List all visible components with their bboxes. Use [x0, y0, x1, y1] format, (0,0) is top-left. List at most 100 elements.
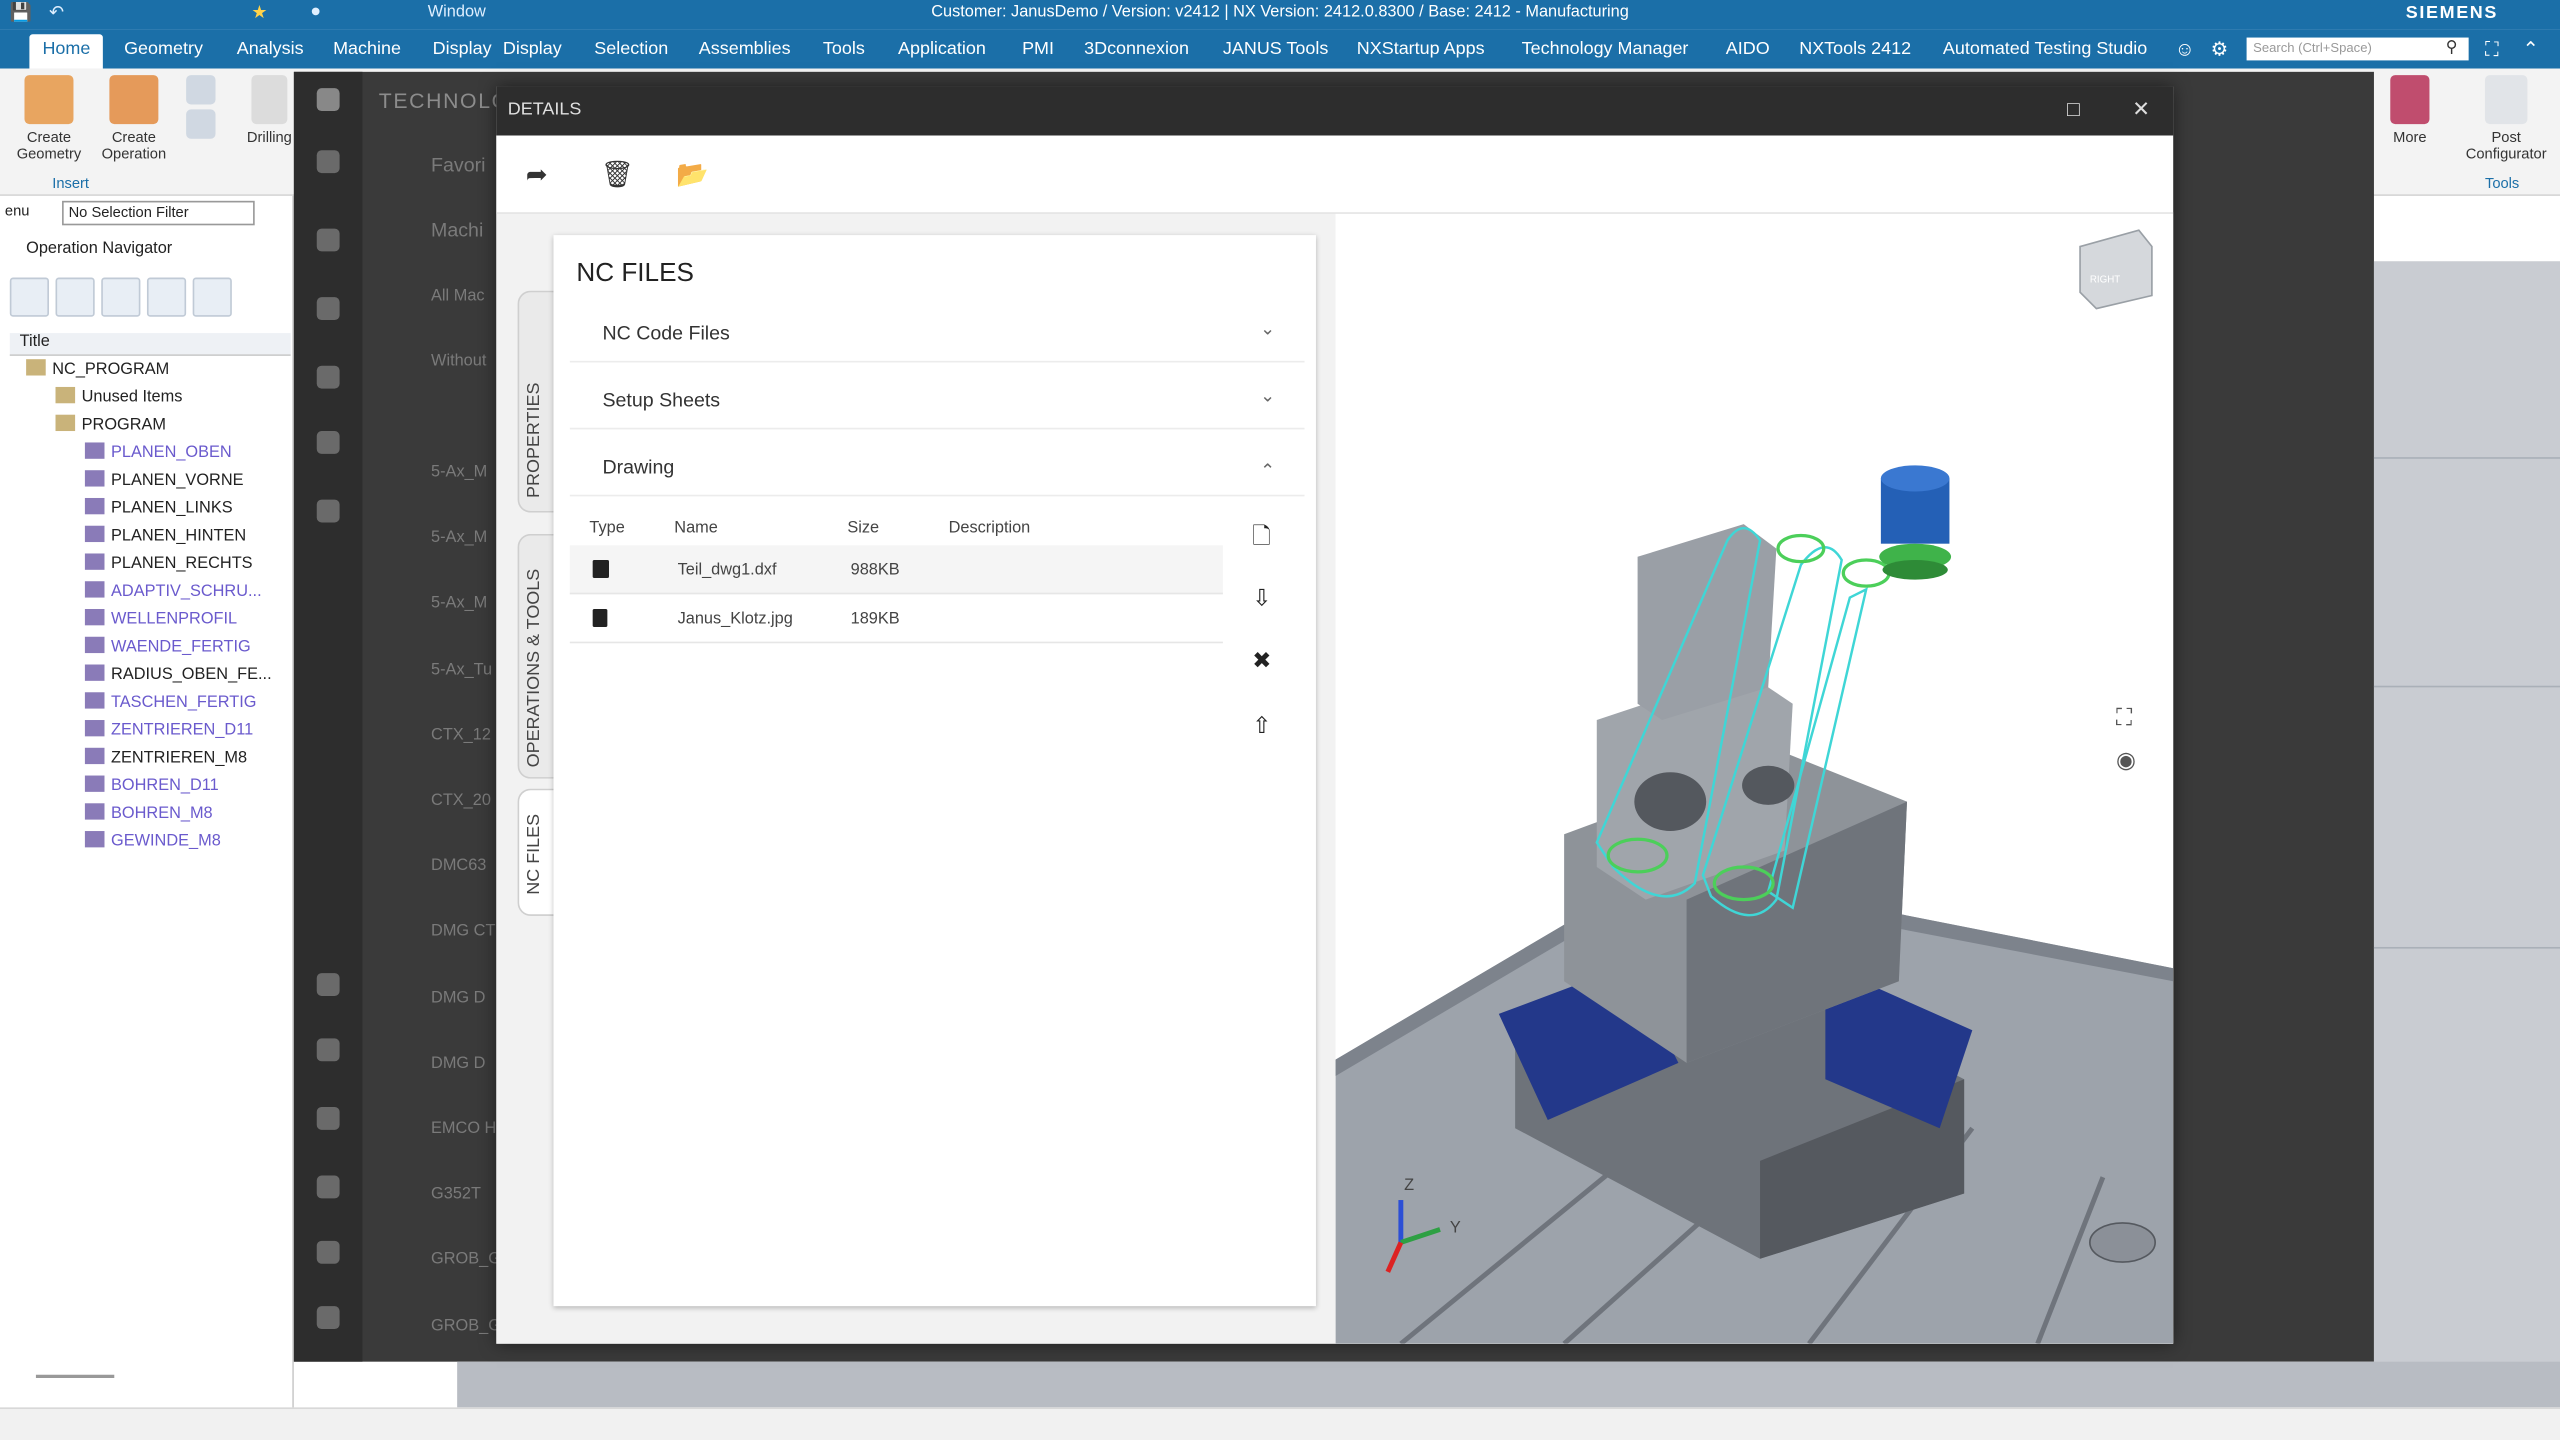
- eye-icon[interactable]: ◉: [2116, 746, 2136, 774]
- machine-list-item[interactable]: 5-Ax_M: [431, 529, 487, 547]
- menu-3dconnexion[interactable]: 3Dconnexion: [1084, 39, 1189, 59]
- gear-icon[interactable]: [316, 1038, 340, 1062]
- menu-home[interactable]: Home: [29, 34, 104, 69]
- tree-node[interactable]: ZENTRIEREN_M8: [10, 745, 291, 773]
- insert-tools-button[interactable]: [183, 75, 219, 144]
- menu-display2[interactable]: Display: [503, 39, 562, 59]
- user-icon[interactable]: [316, 973, 340, 996]
- chevron-down-icon[interactable]: ⌄: [1260, 385, 1275, 407]
- tree-node[interactable]: PLANEN_LINKS: [10, 495, 291, 523]
- machines-label[interactable]: Machi: [431, 219, 483, 242]
- chevron-up-icon[interactable]: ⌃: [2523, 38, 2539, 61]
- add-view-icon[interactable]: [192, 277, 232, 317]
- export-file-icon[interactable]: ⇧: [1252, 712, 1271, 740]
- tree-node[interactable]: PLANEN_OBEN: [10, 439, 291, 467]
- tree-node[interactable]: BOHREN_M8: [10, 800, 291, 828]
- menu-display[interactable]: Display: [433, 39, 492, 59]
- machine-list-item[interactable]: 5-Ax_M: [431, 595, 487, 613]
- more-button[interactable]: More: [2380, 75, 2439, 145]
- without-label[interactable]: Without: [431, 353, 486, 371]
- tree-node[interactable]: PLANEN_VORNE: [10, 467, 291, 495]
- users-icon[interactable]: [316, 1106, 340, 1130]
- maximize-icon[interactable]: □: [2067, 96, 2080, 120]
- globe-icon[interactable]: [316, 1240, 340, 1264]
- machine-list-item[interactable]: CTX_12: [431, 726, 491, 744]
- menu-analysis[interactable]: Analysis: [237, 39, 304, 59]
- menu-automated-testing-studio[interactable]: Automated Testing Studio: [1943, 39, 2147, 59]
- tree-node[interactable]: PROGRAM: [10, 411, 291, 439]
- machine-list-item[interactable]: EMCO H: [431, 1120, 496, 1138]
- tree-node[interactable]: GEWINDE_M8: [10, 828, 291, 856]
- menu-pmi[interactable]: PMI: [1022, 39, 1054, 59]
- tree-node[interactable]: ZENTRIEREN_D11: [10, 717, 291, 745]
- chevron-up-icon[interactable]: ⌃: [1260, 460, 1275, 482]
- create-operation-button[interactable]: Create Operation: [95, 75, 173, 162]
- selection-filter-dropdown[interactable]: No Selection Filter: [62, 200, 255, 226]
- machine-list-item[interactable]: DMC63: [431, 857, 486, 875]
- menu-icon[interactable]: [316, 150, 340, 174]
- sync-icon[interactable]: [316, 499, 340, 523]
- tree-node[interactable]: WAENDE_FERTIG: [10, 633, 291, 661]
- delete-icon[interactable]: 🗑: [601, 158, 634, 191]
- nc-code-files-section[interactable]: NC Code Files ⌄: [569, 304, 1305, 363]
- tool-icon[interactable]: [316, 365, 340, 389]
- menu-technology-manager[interactable]: Technology Manager: [1522, 39, 1689, 59]
- tree-node[interactable]: PLANEN_HINTEN: [10, 522, 291, 550]
- menu-selection[interactable]: Selection: [594, 39, 668, 59]
- menu-janus-tools[interactable]: JANUS Tools: [1223, 39, 1328, 59]
- machine-list-item[interactable]: 5-Ax_M: [431, 464, 487, 482]
- menu-tools[interactable]: Tools: [823, 39, 865, 59]
- machine-list-item[interactable]: DMG CT: [431, 923, 495, 941]
- group-icon[interactable]: [316, 1175, 340, 1199]
- download-file-icon[interactable]: ⇩: [1252, 585, 1271, 613]
- machine-tool-view-icon[interactable]: [55, 277, 95, 317]
- tree-node[interactable]: PLANEN_RECHTS: [10, 550, 291, 578]
- chevron-down-icon[interactable]: ⌄: [1260, 318, 1275, 340]
- post-configurator-button[interactable]: Post Configurator: [2454, 75, 2558, 162]
- machine-list-item[interactable]: GROB_G: [431, 1317, 501, 1335]
- menu-dropdown[interactable]: enu: [0, 200, 53, 226]
- logout-icon[interactable]: [316, 1306, 340, 1330]
- search-icon[interactable]: ⚲: [2446, 39, 2458, 57]
- tree-node[interactable]: BOHREN_D11: [10, 772, 291, 800]
- tree-node[interactable]: ADAPTIV_SCHRU...: [10, 578, 291, 606]
- drawing-section[interactable]: Drawing ⌃: [569, 438, 1305, 497]
- machine-list-item[interactable]: GROB_G: [431, 1251, 501, 1269]
- tree-node[interactable]: WELLENPROFIL: [10, 606, 291, 634]
- horizontal-scrollbar[interactable]: [35, 1374, 115, 1378]
- machine-list-item[interactable]: CTX_20: [431, 792, 491, 810]
- table-row[interactable]: Teil_dwg1.dxf 988KB: [569, 545, 1223, 595]
- close-icon[interactable]: ✕: [2132, 96, 2150, 122]
- remove-file-icon[interactable]: ✖: [1252, 647, 1271, 675]
- database-icon[interactable]: [316, 228, 340, 252]
- tab-operations-tools[interactable]: OPERATIONS & TOOLS: [517, 533, 554, 779]
- favorites-label[interactable]: Favori: [431, 153, 485, 176]
- menu-nxtools[interactable]: NXTools 2412: [1799, 39, 1911, 59]
- share-icon[interactable]: ➦: [526, 158, 548, 191]
- tree-node[interactable]: Unused Items: [10, 384, 291, 412]
- smiley-icon[interactable]: ☺: [2175, 38, 2195, 61]
- tree-node[interactable]: NC_PROGRAM: [10, 356, 291, 384]
- machine-list-item[interactable]: DMG D: [431, 1054, 485, 1072]
- menu-machine[interactable]: Machine: [333, 39, 401, 59]
- folder-open-icon[interactable]: 📂: [676, 158, 709, 191]
- menu-nxstartup-apps[interactable]: NXStartup Apps: [1357, 39, 1485, 59]
- setup-sheets-section[interactable]: Setup Sheets ⌄: [569, 371, 1305, 430]
- tree-node[interactable]: RADIUS_OBEN_FE...: [10, 661, 291, 689]
- machine-list-item[interactable]: DMG D: [431, 989, 485, 1007]
- menu-aido[interactable]: AIDO: [1726, 39, 1770, 59]
- search-input[interactable]: Search (Ctrl+Space): [2246, 37, 2469, 61]
- tab-properties[interactable]: PROPERTIES: [517, 290, 554, 513]
- holder-icon[interactable]: [316, 431, 340, 454]
- menu-application[interactable]: Application: [898, 39, 986, 59]
- fullscreen-icon[interactable]: ⛶: [2485, 38, 2499, 62]
- geometry-view-icon[interactable]: [101, 277, 141, 317]
- fit-view-icon[interactable]: ⛶: [2116, 704, 2132, 732]
- machine-list-item[interactable]: G352T: [431, 1186, 481, 1204]
- add-file-icon[interactable]: 🗋: [1252, 519, 1270, 558]
- machine-list-item[interactable]: 5-Ax_Tu: [431, 661, 492, 679]
- program-order-view-icon[interactable]: [9, 277, 49, 317]
- model-viewer[interactable]: Z Y RIGHT ⛶ ◉: [1335, 213, 2174, 1344]
- table-row[interactable]: Janus_Klotz.jpg 189KB: [569, 594, 1223, 644]
- search-doc-icon[interactable]: [316, 297, 340, 321]
